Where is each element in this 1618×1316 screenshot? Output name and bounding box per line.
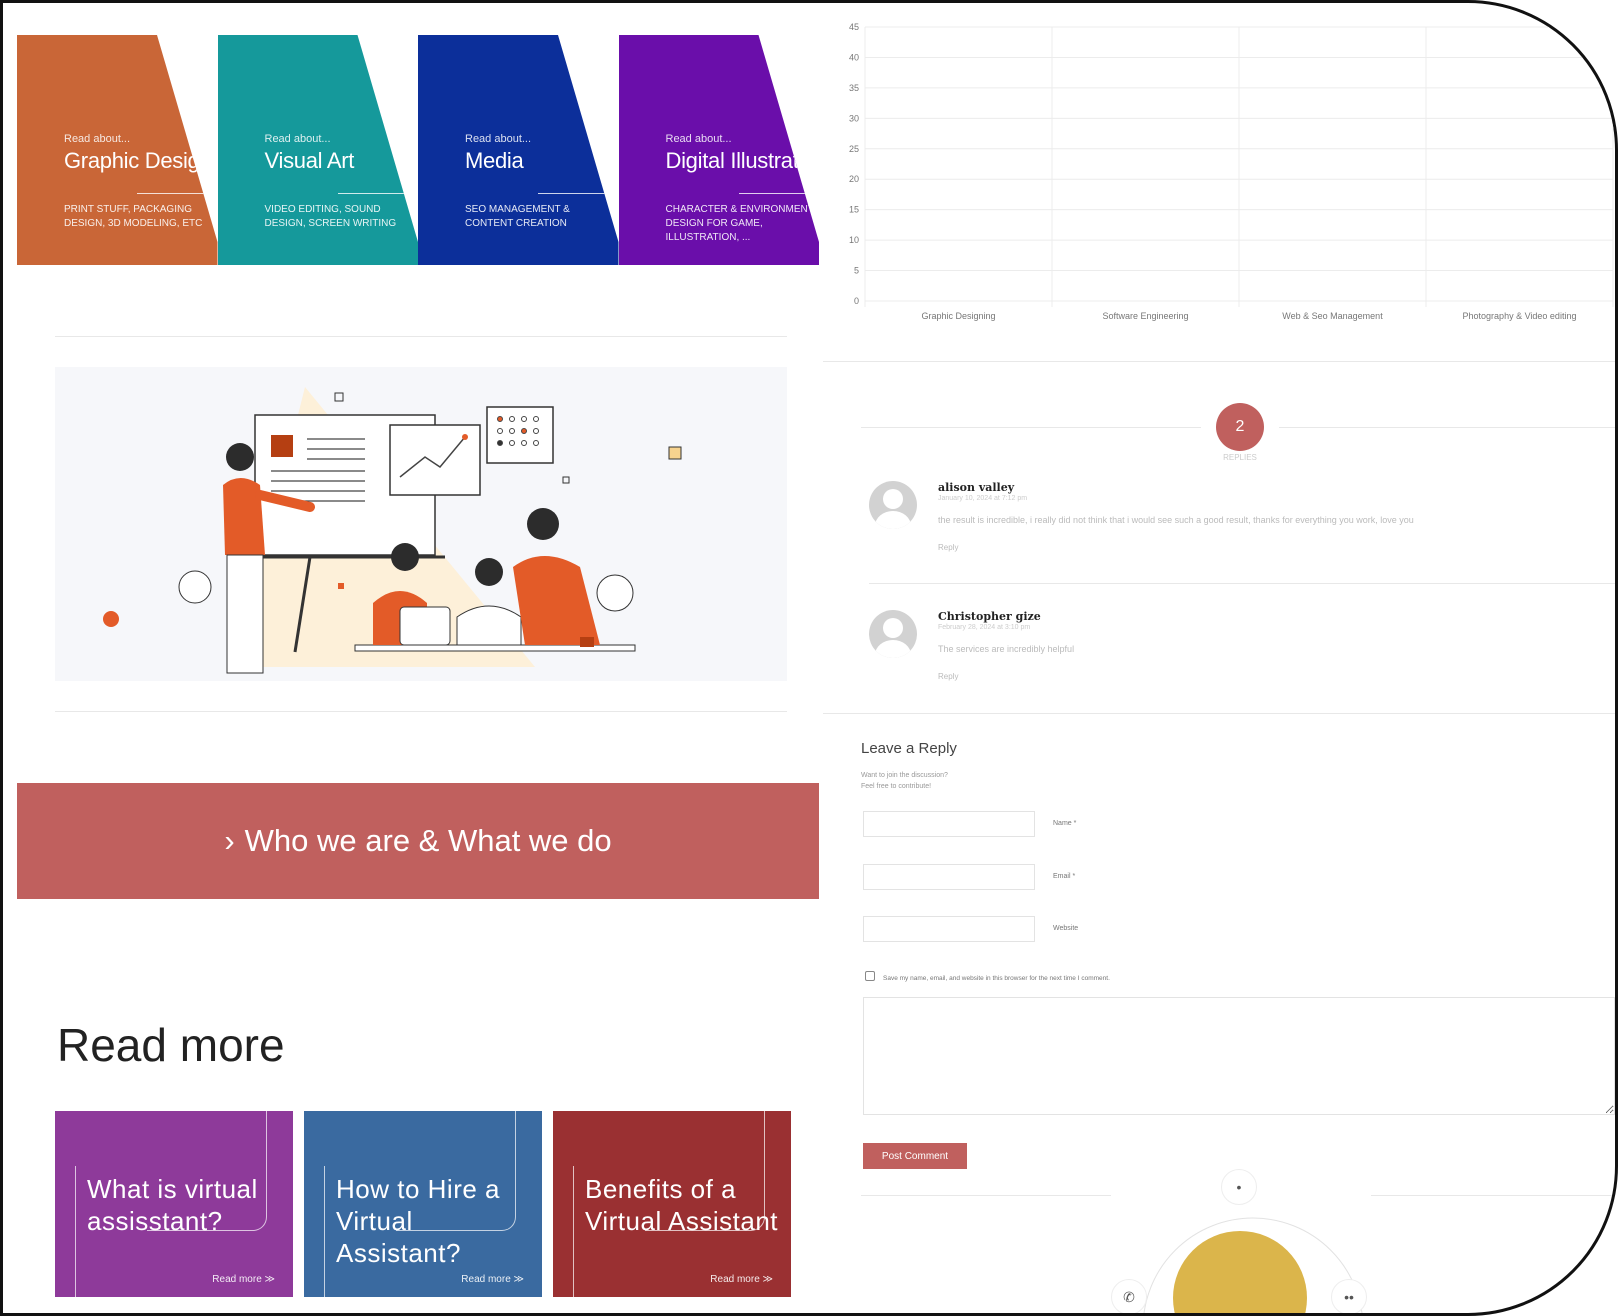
divider — [823, 361, 1615, 362]
service-desc: PRINT STUFF, PACKAGING DESIGN, 3D MODELI… — [64, 204, 203, 229]
save-info-checkbox[interactable] — [865, 971, 875, 981]
read-more-cards: What is virtual assisstant? Read more ≫ … — [55, 1111, 791, 1297]
name-label: Name * — [1053, 820, 1077, 827]
website-label: Website — [1053, 925, 1079, 932]
service-desc: SEO MANAGEMENT & CONTENT CREATION — [465, 204, 570, 229]
y-tick-label: 5 — [854, 266, 859, 276]
comment-date[interactable]: February 28, 2024 at 3:10 pm — [938, 624, 1030, 631]
card-title: Benefits of a Virtual Assistant — [585, 1174, 779, 1236]
service-card-graphic-design[interactable]: Read about... Graphic Design PRINT STUFF… — [17, 35, 218, 265]
comment-textarea[interactable] — [863, 997, 1615, 1115]
website-field[interactable] — [863, 916, 1035, 942]
service-title: Graphic Design — [64, 148, 212, 173]
y-tick-label: 0 — [854, 296, 859, 306]
page-frame: Read about... Graphic Design PRINT STUFF… — [0, 0, 1618, 1316]
card-read-more-link[interactable]: Read more ≫ — [710, 1274, 773, 1285]
card-title: What is virtual assisstant? — [87, 1174, 258, 1236]
y-tick-label: 25 — [849, 144, 859, 154]
y-tick-label: 15 — [849, 205, 859, 215]
y-tick-label: 20 — [849, 174, 859, 184]
read-more-card[interactable]: Benefits of a Virtual Assistant Read mor… — [553, 1111, 791, 1297]
left-panel: Read about... Graphic Design PRINT STUFF… — [17, 3, 819, 1313]
whatsapp-icon[interactable]: ✆ — [1111, 1279, 1147, 1313]
divider — [861, 1195, 1111, 1196]
service-pre: Read about... — [264, 133, 331, 145]
read-more-card[interactable]: How to Hire a Virtual Assistant? Read mo… — [304, 1111, 542, 1297]
service-title: Digital Illustration — [665, 148, 820, 173]
x-tick-label: Web & Seo Management — [1282, 311, 1383, 321]
services-bar-chart: 0 5 10 15 20 25 30 35 40 45 Graphic Designing Softw… — [849, 22, 1614, 321]
comment-date[interactable]: January 10, 2024 at 7:12 pm — [938, 495, 1027, 502]
service-divider — [337, 193, 418, 194]
service-title: Media — [465, 148, 524, 173]
comment-item: Christopher gize February 28, 2024 at 3:… — [869, 610, 1589, 690]
right-panel: 0 5 10 15 20 25 30 35 40 45 Graphic Designing Softw… — [823, 3, 1615, 1313]
y-tick-label: 30 — [849, 113, 859, 123]
name-field[interactable] — [863, 811, 1035, 837]
comment-count-label: REPLIES — [1223, 453, 1257, 462]
email-label: Email * — [1053, 873, 1076, 880]
service-pre: Read about... — [665, 133, 732, 145]
x-tick-label: Graphic Designing — [921, 311, 995, 321]
y-tick-label: 35 — [849, 83, 859, 93]
leave-reply-heading: Leave a Reply — [861, 740, 957, 757]
avatar — [869, 481, 917, 529]
service-desc: VIDEO EDITING, SOUND DESIGN, SCREEN WRIT… — [264, 204, 397, 229]
comment-author: alison valley — [938, 481, 1015, 494]
x-tick-label: Photography & Video editing — [1463, 311, 1577, 321]
service-pre: Read about... — [64, 133, 131, 145]
service-title: Visual Art — [264, 148, 355, 173]
more-options-icon[interactable]: •• — [1331, 1279, 1367, 1313]
divider — [861, 427, 1201, 428]
comment-text: the result is incredible, i really did n… — [938, 515, 1414, 525]
service-desc: CHARACTER & ENVIRONMENT DESIGN FOR GAME,… — [665, 204, 814, 243]
service-card-digital-illustration[interactable]: Read about... Digital Illustration CHARA… — [618, 35, 820, 265]
y-tick-label: 10 — [849, 235, 859, 245]
service-card-media[interactable]: Read about... Media SEO MANAGEMENT & CON… — [418, 35, 619, 265]
read-more-card[interactable]: What is virtual assisstant? Read more ≫ — [55, 1111, 293, 1297]
who-we-are-banner[interactable]: › Who we are & What we do — [17, 783, 819, 899]
service-pre: Read about... — [465, 133, 532, 145]
post-comment-button[interactable]: Post Comment — [863, 1143, 967, 1169]
menu-top-icon[interactable]: • — [1221, 1169, 1257, 1205]
divider — [55, 336, 787, 337]
y-tick-label: 45 — [849, 22, 859, 32]
service-divider — [538, 193, 619, 194]
card-read-more-link[interactable]: Read more ≫ — [212, 1274, 275, 1285]
leave-reply-subtitle: Want to join the discussion? Feel free t… — [861, 772, 948, 790]
reply-link[interactable]: Reply — [938, 543, 958, 552]
divider — [55, 711, 787, 712]
email-field[interactable] — [863, 864, 1035, 890]
chevron-right-icon: › — [224, 823, 235, 858]
divider — [823, 713, 1615, 714]
service-divider — [137, 193, 218, 194]
service-divider — [738, 193, 819, 194]
comment-item: alison valley January 10, 2024 at 7:12 p… — [869, 481, 1589, 561]
reply-link[interactable]: Reply — [938, 672, 958, 681]
divider — [1371, 1195, 1615, 1196]
card-read-more-link[interactable]: Read more ≫ — [461, 1274, 524, 1285]
comment-text: The services are incredibly helpful — [938, 644, 1075, 654]
who-we-are-label: Who we are & What we do — [244, 823, 612, 858]
card-line-decoration — [573, 1166, 574, 1297]
service-row: Read about... Graphic Design PRINT STUFF… — [17, 35, 819, 265]
team-illustration — [55, 367, 787, 681]
divider — [1279, 427, 1615, 428]
card-title: How to Hire a Virtual Assistant? — [336, 1174, 500, 1268]
comment-author: Christopher gize — [938, 610, 1041, 623]
save-info-label: Save my name, email, and website in this… — [883, 975, 1110, 982]
comment-count-badge: 2 — [1216, 403, 1264, 451]
y-tick-label: 40 — [849, 52, 859, 62]
illustration-svg — [103, 387, 682, 674]
avatar — [869, 610, 917, 658]
card-line-decoration — [75, 1166, 76, 1297]
service-card-visual-art[interactable]: Read about... Visual Art VIDEO EDITING, … — [217, 35, 418, 265]
card-line-decoration — [324, 1166, 325, 1297]
read-more-heading: Read more — [57, 1019, 285, 1071]
x-tick-label: Software Engineering — [1102, 311, 1188, 321]
divider — [869, 583, 1615, 584]
